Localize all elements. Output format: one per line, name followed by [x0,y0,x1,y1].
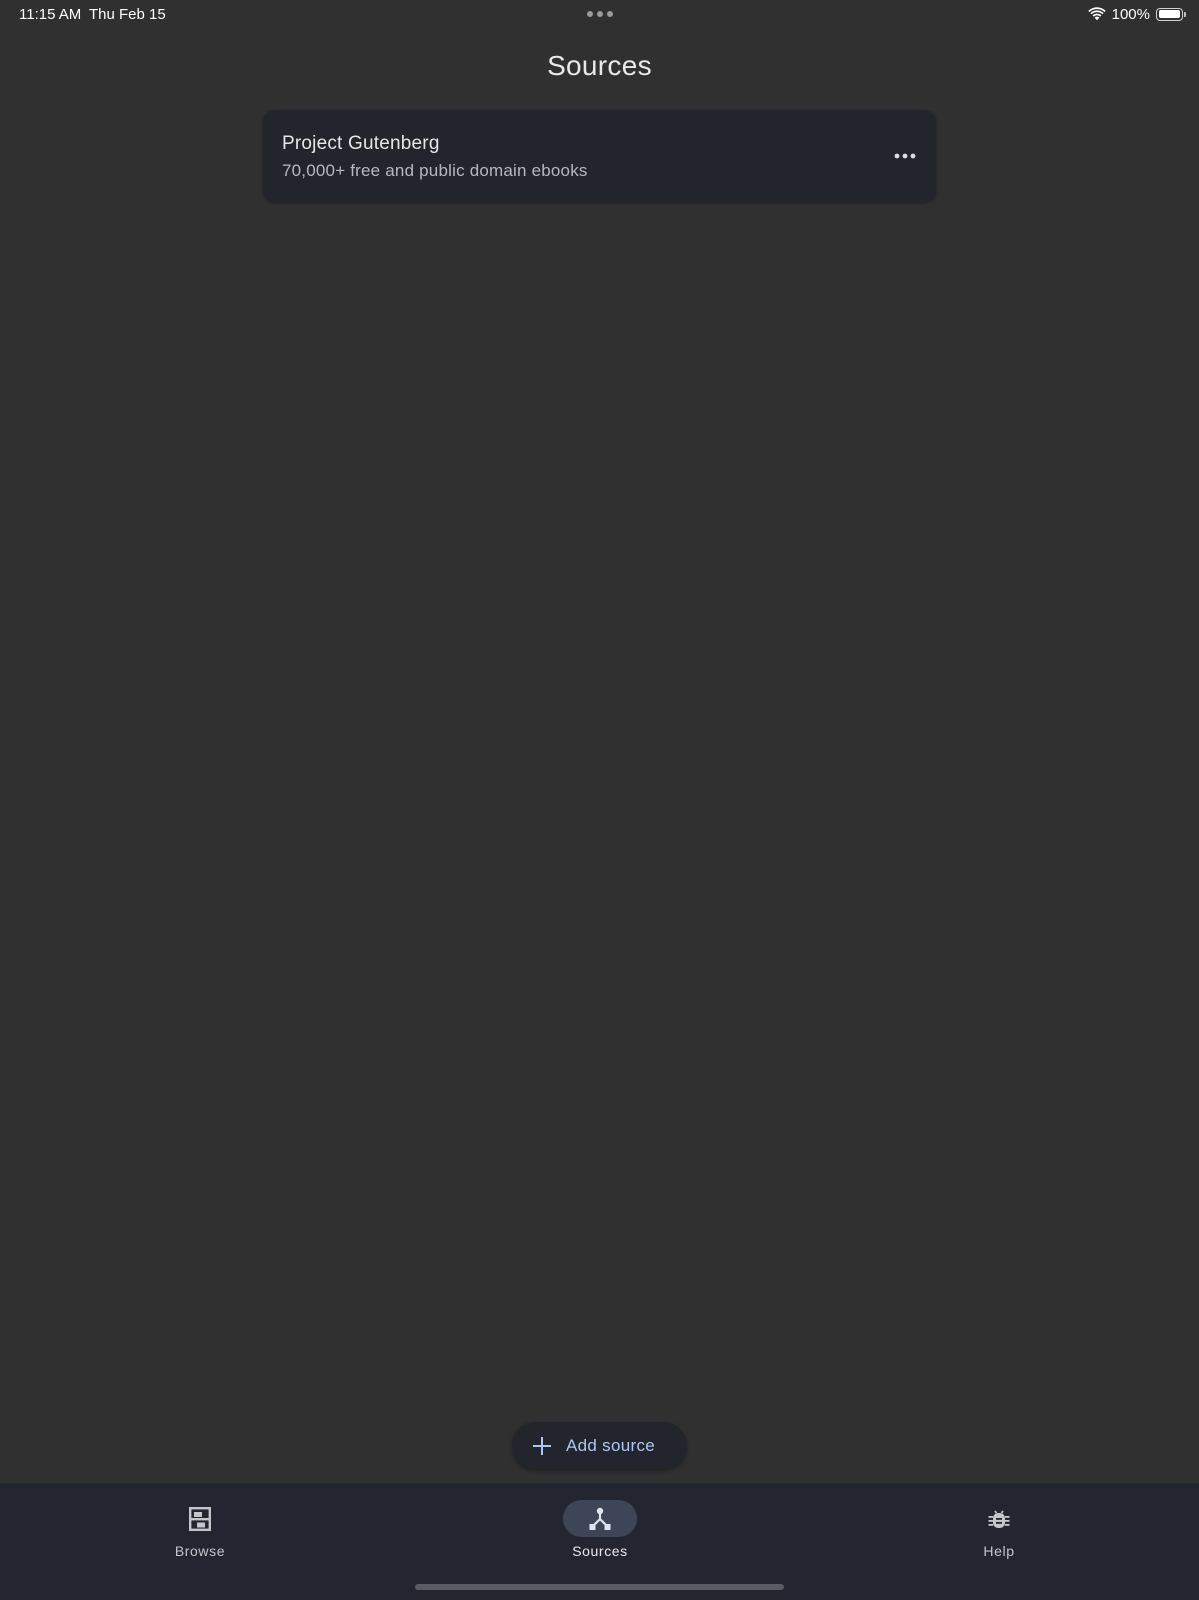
battery-level [1158,10,1180,18]
bookshelf-icon [189,1506,211,1531]
battery-percentage: 100% [1111,5,1150,23]
source-description: 70,000+ free and public domain ebooks [282,161,588,180]
source-card-project-gutenberg[interactable]: Project Gutenberg 70,000+ free and publi… [263,110,936,202]
status-indicators: 100% [1087,4,1186,24]
plus-icon [533,1436,551,1455]
battery-icon [1156,7,1186,21]
status-bar: 11:15 AM Thu Feb 15 100% [0,0,1199,28]
more-horizontal-icon [894,153,916,159]
nav-label-browse: Browse [174,1543,226,1559]
add-source-label: Add source [566,1435,655,1455]
bottom-navigation: Browse Sources Help [0,1483,1199,1600]
multitasking-icon[interactable] [587,11,613,17]
status-time: 11:15 AM [19,6,82,23]
nav-item-sources[interactable]: Sources [500,1483,700,1583]
bug-icon [988,1509,1010,1528]
home-indicator[interactable] [415,1584,784,1590]
nav-indicator-browse [163,1500,237,1537]
source-branch-icon [589,1507,611,1530]
nav-label-sources: Sources [572,1543,628,1559]
sources-screen: 11:15 AM Thu Feb 15 100% Sources Project… [0,0,1199,1600]
source-more-button[interactable] [888,139,922,173]
source-name: Project Gutenberg [282,133,440,154]
status-date: Thu Feb 15 [89,6,166,23]
page-title: Sources [547,50,652,81]
nav-item-help[interactable]: Help [899,1483,1099,1583]
wifi-icon [1087,7,1106,21]
nav-label-help: Help [983,1543,1015,1559]
nav-item-browse[interactable]: Browse [100,1483,300,1583]
nav-indicator-help [962,1500,1036,1537]
nav-indicator-sources [563,1500,637,1537]
add-source-button[interactable]: Add source [512,1422,687,1469]
